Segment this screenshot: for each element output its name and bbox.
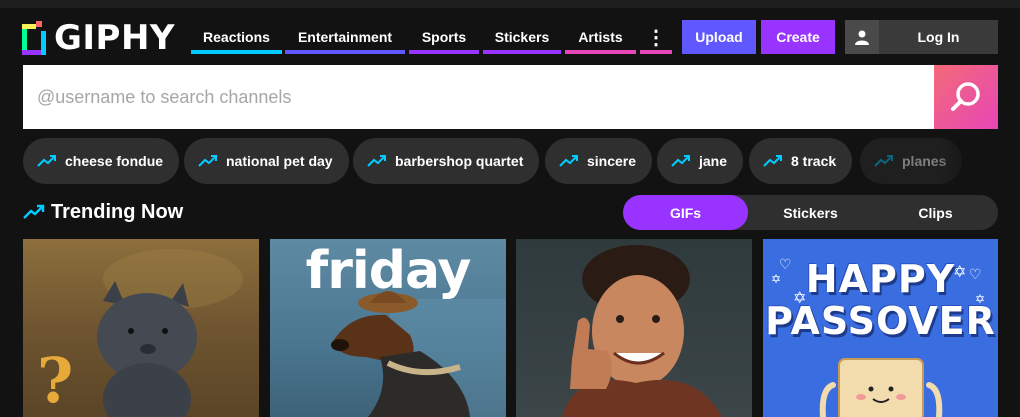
giphy-logo-icon xyxy=(22,21,48,55)
trending-searches: cheese fondue national pet day barbersho… xyxy=(23,138,998,184)
pill-label: sincere xyxy=(587,153,637,169)
trending-pill-sincere[interactable]: sincere xyxy=(545,138,653,184)
trending-up-icon xyxy=(198,154,218,168)
gif-tile-cat-puppet[interactable]: ? xyxy=(23,239,259,417)
top-strip xyxy=(0,0,1020,8)
search-icon xyxy=(951,82,980,111)
more-vertical-icon[interactable]: ⋮ xyxy=(640,20,672,54)
trending-up-icon xyxy=(874,154,894,168)
search-button[interactable] xyxy=(934,65,998,129)
logo-text: GIPHY xyxy=(54,18,176,58)
pill-label: 8 track xyxy=(791,153,837,169)
friday-overlay-text: friday xyxy=(305,241,472,301)
nav-artists[interactable]: Artists xyxy=(565,20,636,54)
gif-tile-thumbs-up-man[interactable] xyxy=(516,239,752,417)
gif-tile-friday-dachshund[interactable]: friday xyxy=(270,239,506,417)
nav-entertainment[interactable]: Entertainment xyxy=(285,20,405,54)
trending-up-icon xyxy=(23,204,45,220)
pill-label: cheese fondue xyxy=(65,153,164,169)
content-type-tabs: GIFs Stickers Clips xyxy=(623,195,998,230)
trending-up-icon xyxy=(37,154,57,168)
search-bar xyxy=(23,65,998,129)
trending-now-title: Trending Now xyxy=(51,200,184,223)
nav-reactions[interactable]: Reactions xyxy=(191,20,282,54)
login-button[interactable]: Log In xyxy=(845,20,998,54)
login-label: Log In xyxy=(917,29,960,45)
tab-clips[interactable]: Clips xyxy=(873,195,998,230)
tab-stickers[interactable]: Stickers xyxy=(748,195,873,230)
trending-up-icon xyxy=(763,154,783,168)
passover-overlay-text: PASSOVER xyxy=(765,299,996,343)
thumbs-up-man-illustration xyxy=(562,245,722,417)
tab-gifs[interactable]: GIFs xyxy=(623,195,748,230)
create-button[interactable]: Create xyxy=(761,20,835,54)
trending-pill-barbershop-quartet[interactable]: barbershop quartet xyxy=(353,138,540,184)
upload-button[interactable]: Upload xyxy=(682,20,756,54)
nav-stickers[interactable]: Stickers xyxy=(483,20,561,54)
trending-pill-jane[interactable]: jane xyxy=(657,138,744,184)
search-input[interactable] xyxy=(23,65,934,129)
question-mark-prop: ? xyxy=(37,344,74,417)
pills-fade-overlay xyxy=(938,138,998,184)
giphy-logo[interactable]: GIPHY xyxy=(22,18,176,58)
trending-up-icon xyxy=(671,154,691,168)
pill-label: jane xyxy=(699,153,728,169)
trending-pill-national-pet-day[interactable]: national pet day xyxy=(184,138,349,184)
trending-pill-cheese-fondue[interactable]: cheese fondue xyxy=(23,138,180,184)
pill-label: barbershop quartet xyxy=(395,153,524,169)
user-icon xyxy=(845,20,879,54)
gif-tile-happy-passover[interactable]: ♡ ♡ ✡ ✡ ✡ ✡ HAPPY PASSOVER xyxy=(763,239,998,417)
trending-up-icon xyxy=(559,154,579,168)
trending-now-heading: Trending Now xyxy=(23,198,183,226)
trending-pill-8-track[interactable]: 8 track xyxy=(749,138,853,184)
happy-overlay-text: HAPPY xyxy=(805,257,956,301)
pill-label: national pet day xyxy=(226,153,333,169)
nav-sports[interactable]: Sports xyxy=(409,20,479,54)
trending-up-icon xyxy=(367,154,387,168)
